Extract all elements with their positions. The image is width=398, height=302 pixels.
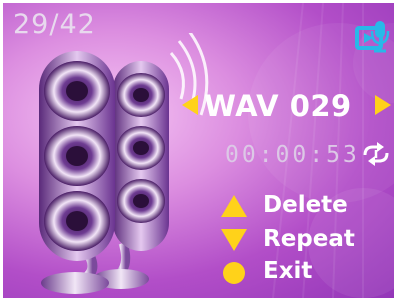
elapsed-time: 00:00:53 bbox=[225, 142, 360, 168]
arrow-right-icon[interactable] bbox=[375, 95, 391, 115]
menu-label-repeat: Repeat bbox=[263, 226, 355, 252]
playlist-mic-icon bbox=[355, 21, 390, 53]
menu-label-delete: Delete bbox=[263, 192, 348, 218]
triangle-up-icon bbox=[221, 195, 247, 217]
menu-label-exit: Exit bbox=[263, 258, 313, 284]
track-title: WAV 029 bbox=[204, 89, 352, 123]
track-title-row: WAV 029 bbox=[178, 89, 394, 129]
speakers-illustration bbox=[39, 33, 209, 294]
circle-icon bbox=[223, 262, 245, 284]
player-screen: 29/42 WAV 029 00:00:53 Delete Repeat Exi… bbox=[3, 3, 394, 298]
arrow-left-icon[interactable] bbox=[182, 95, 198, 115]
menu-item-exit[interactable]: Exit bbox=[221, 258, 381, 285]
menu-item-repeat[interactable]: Repeat bbox=[221, 226, 381, 253]
repeat-one-icon bbox=[363, 142, 389, 166]
triangle-down-icon bbox=[221, 229, 247, 251]
menu-item-delete[interactable]: Delete bbox=[221, 192, 381, 219]
